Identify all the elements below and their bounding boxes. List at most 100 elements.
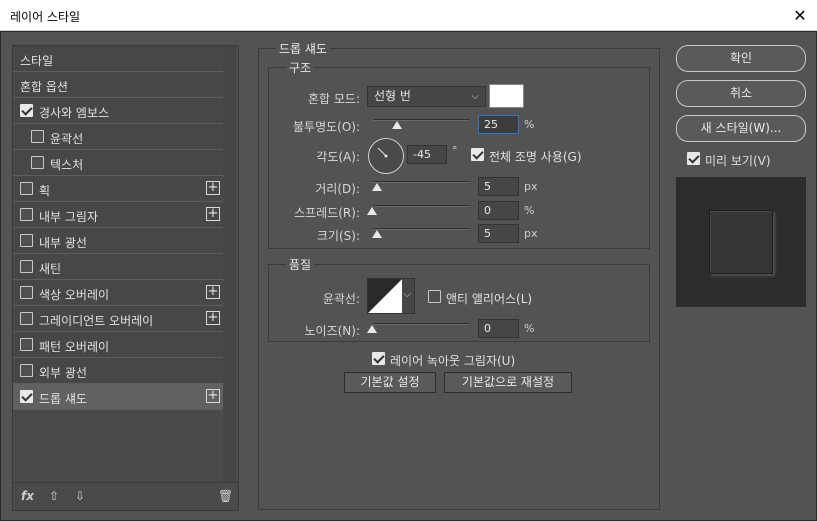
style-item[interactable]: 혼합 옵션 <box>13 72 224 98</box>
structure-title: 구조 <box>286 59 315 76</box>
style-item-checkbox[interactable] <box>20 234 33 247</box>
move-up-icon[interactable]: ⇧ <box>49 489 59 503</box>
style-item-checkbox[interactable] <box>20 312 33 325</box>
style-item-label: 혼합 옵션 <box>20 80 68 94</box>
size-slider[interactable] <box>373 228 469 230</box>
styles-list-panel: 스타일혼합 옵션경사와 엠보스윤곽선텍스처획 + 내부 그림자 + 내부 광선새틴색상 … <box>12 45 239 511</box>
add-icon[interactable]: + <box>206 181 220 195</box>
anti-alias-label: 앤티 앨리어스(L) <box>446 292 533 306</box>
spread-slider[interactable] <box>373 205 469 207</box>
style-item[interactable]: 획 + <box>13 176 224 202</box>
style-item-label: 윤곽선 <box>50 132 84 146</box>
style-item[interactable]: 그레이디언트 오버레이 + <box>13 306 224 332</box>
size-slider-thumb[interactable] <box>372 230 382 238</box>
noise-unit: % <box>524 322 535 335</box>
opacity-unit: % <box>524 118 535 131</box>
anti-alias-check[interactable] <box>428 290 441 303</box>
style-item-label: 색상 오버레이 <box>39 288 110 302</box>
fx-icon[interactable]: fx <box>21 489 34 503</box>
noise-slider[interactable] <box>373 323 469 325</box>
style-item[interactable]: 내부 광선 <box>13 228 224 254</box>
blend-mode-select[interactable]: 선형 번 ⌵ <box>367 86 486 107</box>
contour-picker[interactable]: ⌵ <box>367 278 415 314</box>
title-bar: 레이어 스타일 ✕ <box>0 0 817 31</box>
shadow-color-swatch[interactable] <box>489 84 524 108</box>
move-down-icon[interactable]: ⇩ <box>75 489 85 503</box>
distance-label: 거리(D): <box>315 182 360 196</box>
distance-input[interactable]: 5 <box>478 177 519 196</box>
style-preview <box>676 177 806 307</box>
noise-slider-thumb[interactable] <box>367 325 377 333</box>
ok-button[interactable]: 확인 <box>676 45 806 72</box>
cancel-button[interactable]: 취소 <box>676 80 806 107</box>
opacity-slider[interactable] <box>373 119 469 121</box>
style-item-label: 스타일 <box>20 54 54 68</box>
style-item-label: 내부 그림자 <box>39 210 99 224</box>
style-item-label: 드롭 섀도 <box>39 392 87 406</box>
style-item-label: 그레이디언트 오버레이 <box>39 314 154 328</box>
contour-chevron-icon[interactable]: ⌵ <box>403 289 411 300</box>
add-icon[interactable]: + <box>206 311 220 325</box>
add-icon[interactable]: + <box>206 389 220 403</box>
style-item[interactable]: 패턴 오버레이 <box>13 332 224 358</box>
preview-square <box>709 210 773 274</box>
style-item[interactable]: 내부 그림자 + <box>13 202 224 228</box>
add-icon[interactable]: + <box>206 285 220 299</box>
style-item-checkbox[interactable] <box>20 104 33 117</box>
contour-label: 윤곽선: <box>322 292 360 306</box>
style-item-label: 외부 광선 <box>39 366 87 380</box>
preview-check[interactable] <box>687 152 700 165</box>
global-light-check[interactable] <box>471 148 484 161</box>
size-input[interactable]: 5 <box>478 224 519 243</box>
opacity-slider-thumb[interactable] <box>392 121 402 129</box>
style-item-label: 내부 광선 <box>39 236 87 250</box>
distance-slider[interactable] <box>373 181 469 183</box>
preview-label: 미리 보기(V) <box>705 154 771 168</box>
opacity-label: 불투명도(O): <box>292 120 360 134</box>
style-item[interactable]: 스타일 <box>13 46 224 72</box>
style-item-label: 패턴 오버레이 <box>39 340 110 354</box>
style-item-checkbox[interactable] <box>20 364 33 377</box>
spread-unit: % <box>524 204 535 217</box>
drop-shadow-title: 드롭 섀도 <box>276 40 330 57</box>
make-default-button[interactable]: 기본값 설정 <box>344 372 436 393</box>
angle-input[interactable]: -45 <box>407 145 447 164</box>
style-item-checkbox[interactable] <box>31 156 44 169</box>
style-item[interactable]: 텍스처 <box>13 150 224 176</box>
style-item-checkbox[interactable] <box>20 208 33 221</box>
spread-slider-thumb[interactable] <box>367 207 377 215</box>
style-item[interactable]: 새틴 <box>13 254 224 280</box>
close-icon[interactable]: ✕ <box>783 0 817 31</box>
style-item-checkbox[interactable] <box>20 390 33 403</box>
distance-unit: px <box>524 180 538 193</box>
distance-slider-thumb[interactable] <box>372 183 382 191</box>
chevron-down-icon: ⌵ <box>471 91 479 102</box>
style-item-checkbox[interactable] <box>20 260 33 273</box>
style-item-checkbox[interactable] <box>20 286 33 299</box>
style-item[interactable]: 경사와 엠보스 <box>13 98 224 124</box>
style-item-checkbox[interactable] <box>20 182 33 195</box>
style-item-checkbox[interactable] <box>31 130 44 143</box>
trash-icon[interactable]: 🗑 <box>218 489 233 503</box>
opacity-input[interactable]: 25 <box>478 115 519 134</box>
style-item[interactable]: 윤곽선 <box>13 124 224 150</box>
noise-input[interactable]: 0 <box>478 319 519 338</box>
style-item-checkbox[interactable] <box>20 338 33 351</box>
style-item[interactable]: 색상 오버레이 + <box>13 280 224 306</box>
knockout-check[interactable] <box>372 352 385 365</box>
new-style-button[interactable]: 새 스타일(W)... <box>676 115 806 142</box>
style-item[interactable]: 외부 광선 <box>13 358 224 384</box>
noise-label: 노이즈(N): <box>304 324 360 338</box>
style-item-label: 새틴 <box>39 262 62 276</box>
spread-input[interactable]: 0 <box>478 201 519 220</box>
styles-list-scrollbar[interactable] <box>223 46 236 482</box>
window-title: 레이어 스타일 <box>10 10 81 24</box>
add-icon[interactable]: + <box>206 207 220 221</box>
angle-dial[interactable] <box>368 138 404 174</box>
styles-list-toolbar: fx ⇧ ⇩ 🗑 <box>13 482 238 510</box>
reset-default-button[interactable]: 기본값으로 재설정 <box>444 372 572 393</box>
global-light-label: 전체 조명 사용(G) <box>489 150 582 164</box>
style-item[interactable]: 드롭 섀도 + <box>13 384 224 410</box>
style-item-label: 텍스처 <box>50 158 84 172</box>
blend-mode-value: 선형 번 <box>374 89 411 103</box>
